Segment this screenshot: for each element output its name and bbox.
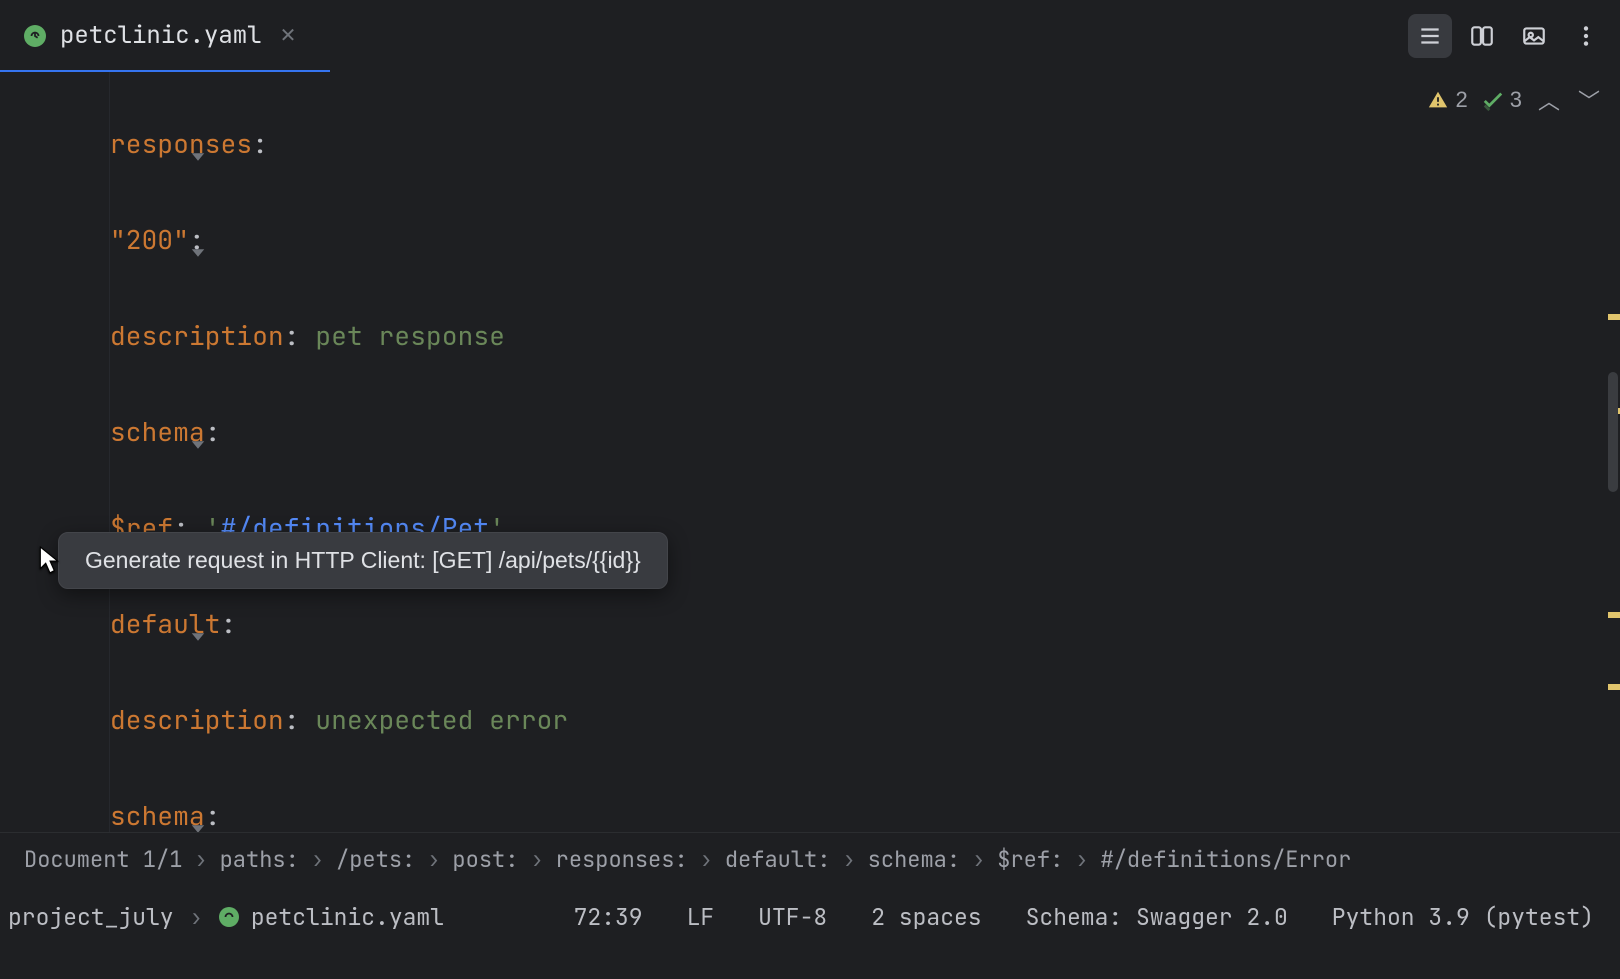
crumb[interactable]: Document 1/1: [14, 845, 192, 874]
fold-icon[interactable]: [188, 134, 208, 182]
fold-icon[interactable]: [188, 230, 208, 278]
crumb[interactable]: schema:: [858, 845, 970, 874]
tab-bar: petclinic.yaml ✕: [0, 0, 1620, 72]
interpreter[interactable]: Python 3.9 (pytest): [1332, 902, 1594, 932]
crumb[interactable]: $ref:: [987, 845, 1073, 874]
editor[interactable]: 2 3 ︿ ﹀ responses: "200": description: p…: [0, 72, 1620, 832]
close-icon[interactable]: ✕: [276, 19, 301, 52]
prev-highlight-icon[interactable]: ︿: [1536, 84, 1562, 116]
fold-icon[interactable]: [188, 614, 208, 662]
gutter: [0, 72, 110, 832]
code-content[interactable]: responses: "200": description: pet respo…: [110, 72, 1620, 832]
fold-icon[interactable]: [188, 806, 208, 832]
tab-petclinic[interactable]: petclinic.yaml ✕: [0, 0, 320, 72]
inspection-widget[interactable]: 2 3 ︿ ﹀: [1427, 84, 1602, 116]
mouse-cursor-icon: [38, 546, 62, 581]
line-separator[interactable]: LF: [687, 902, 715, 932]
split-view-button[interactable]: [1460, 14, 1504, 58]
weak-warnings-badge[interactable]: 3: [1482, 87, 1522, 113]
next-highlight-icon[interactable]: ﹀: [1576, 84, 1602, 116]
gutter-tooltip: Generate request in HTTP Client: [GET] /…: [58, 532, 668, 589]
project-name[interactable]: project_july: [8, 902, 174, 932]
preview-button[interactable]: [1512, 14, 1556, 58]
reader-mode-button[interactable]: [1408, 14, 1452, 58]
indent[interactable]: 2 spaces: [871, 902, 981, 932]
crumb[interactable]: #/definitions/Error: [1091, 845, 1362, 874]
crumb[interactable]: responses:: [546, 845, 698, 874]
warnings-badge[interactable]: 2: [1427, 87, 1467, 113]
more-icon[interactable]: [1564, 14, 1608, 58]
crumb[interactable]: /pets:: [326, 845, 425, 874]
status-bar: project_july › petclinic.yaml 72:39 LF U…: [0, 886, 1620, 948]
fold-icon[interactable]: [188, 422, 208, 470]
crumb[interactable]: paths:: [210, 845, 309, 874]
crumb[interactable]: default:: [715, 845, 841, 874]
crumb[interactable]: post:: [442, 845, 528, 874]
openapi-file-icon: [24, 25, 46, 47]
breadcrumb: Document 1/1› paths:› /pets:› post:› res…: [0, 832, 1620, 886]
status-file[interactable]: petclinic.yaml: [251, 902, 444, 932]
openapi-file-icon: [219, 907, 239, 927]
schema[interactable]: Schema: Swagger 2.0: [1026, 902, 1288, 932]
file-encoding[interactable]: UTF-8: [758, 902, 827, 932]
caret-position[interactable]: 72:39: [574, 902, 643, 932]
tab-label: petclinic.yaml: [60, 20, 262, 51]
